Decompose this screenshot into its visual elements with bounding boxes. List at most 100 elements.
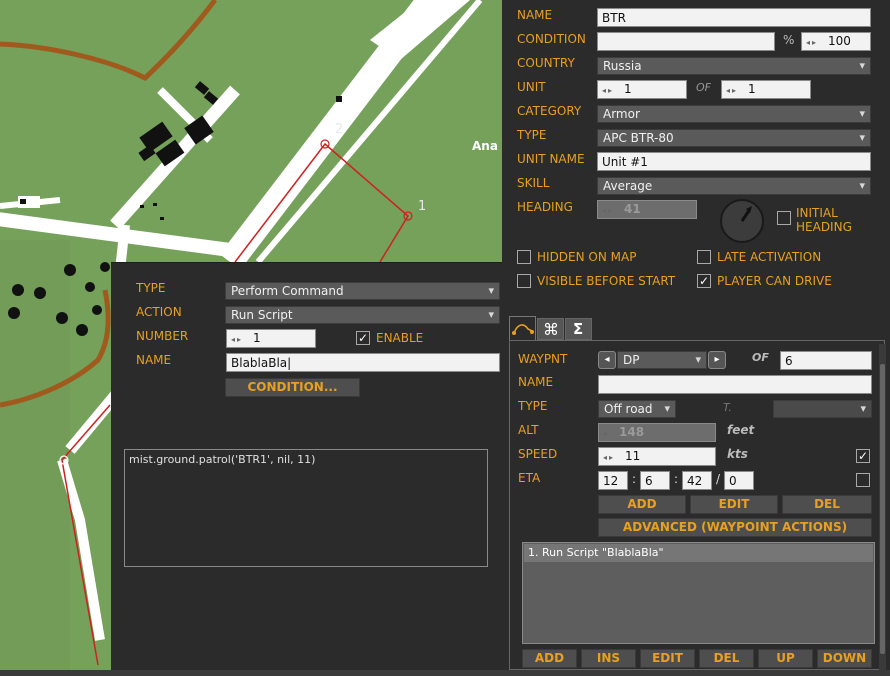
- action-up-button[interactable]: UP: [758, 649, 813, 668]
- unit-name-label: UNIT NAME: [517, 152, 585, 166]
- waypoint-next-button[interactable]: ▸: [708, 351, 726, 369]
- eta-lock-checkbox[interactable]: [856, 473, 870, 487]
- condition-button[interactable]: CONDITION...: [225, 378, 360, 397]
- map-grid-label: 1: [418, 199, 426, 214]
- eta-slash: /: [716, 472, 721, 486]
- visible-before-start-checkbox[interactable]: [517, 274, 531, 288]
- hidden-on-map-label: HIDDEN ON MAP: [537, 250, 637, 264]
- of-label: OF: [752, 351, 769, 364]
- unit-number-spinner[interactable]: ◂▸ 1: [597, 80, 687, 99]
- spin-arrows-icon: ◂▸: [726, 86, 739, 95]
- country-select[interactable]: Russia: [597, 57, 871, 75]
- advanced-waypoint-actions-button[interactable]: ADVANCED (WAYPOINT ACTIONS): [598, 518, 872, 537]
- list-item[interactable]: 1. Run Script "BlablaBla": [524, 544, 873, 562]
- category-label: CATEGORY: [517, 104, 582, 118]
- formation-select: [773, 400, 872, 418]
- waypoint-edit-button[interactable]: EDIT: [690, 495, 778, 514]
- country-label: COUNTRY: [517, 56, 575, 70]
- waypnt-label: WAYPNT: [518, 352, 568, 366]
- speed-unit: kts: [727, 447, 748, 461]
- actions-list[interactable]: 1. Run Script "BlablaBla": [522, 542, 875, 644]
- action-type-select[interactable]: Perform Command: [225, 282, 500, 300]
- speed-spinner[interactable]: ◂▸ 11: [598, 447, 716, 466]
- skill-label: SKILL: [517, 176, 550, 190]
- player-can-drive-checkbox[interactable]: ✓: [697, 274, 711, 288]
- condition-spinner[interactable]: ◂▸ 100: [801, 32, 871, 51]
- sigma-icon: Σ: [573, 320, 584, 338]
- route-icon: [512, 324, 534, 335]
- status-bar: [0, 670, 890, 676]
- category-select[interactable]: Armor: [597, 105, 871, 123]
- skill-select[interactable]: Average: [597, 177, 871, 195]
- eta-colon: :: [632, 472, 637, 486]
- of-label: OF: [696, 81, 711, 94]
- unit-group-name-field[interactable]: BTR: [597, 8, 871, 27]
- waypoint-prev-button[interactable]: ◂: [598, 351, 616, 369]
- arrow-left-icon: ◂: [604, 354, 610, 365]
- tab-sigma[interactable]: Σ: [565, 318, 592, 340]
- speed-label: SPEED: [518, 447, 558, 461]
- eta-seconds-field[interactable]: 42: [682, 471, 712, 490]
- t-label: T.: [723, 401, 732, 414]
- eta-day-field[interactable]: 0: [724, 471, 754, 490]
- type-select[interactable]: APC BTR-80: [597, 129, 871, 147]
- initial-heading-checkbox[interactable]: [777, 211, 791, 225]
- command-icon: ⌘: [543, 320, 559, 339]
- heading-dial-icon[interactable]: [719, 198, 765, 244]
- spin-arrows-icon: ◂▸: [231, 335, 244, 344]
- enable-label: ENABLE: [376, 331, 424, 345]
- eta-minutes-field[interactable]: 6: [640, 471, 670, 490]
- spin-arrows-icon: ◂▸: [602, 206, 615, 215]
- eta-hours-field[interactable]: 12: [598, 471, 628, 490]
- spin-arrows-icon: ◂: [603, 429, 610, 438]
- action-add-button[interactable]: ADD: [522, 649, 577, 668]
- condition-field[interactable]: [597, 32, 775, 51]
- waypoint-count-field: 6: [780, 351, 872, 370]
- initial-heading-label: INITIAL HEADING: [796, 206, 852, 234]
- number-label: NUMBER: [136, 329, 189, 343]
- action-insert-button[interactable]: INS: [581, 649, 636, 668]
- type-label: TYPE: [517, 128, 547, 142]
- action-delete-button[interactable]: DEL: [699, 649, 754, 668]
- action-edit-button[interactable]: EDIT: [640, 649, 695, 668]
- enable-checkbox[interactable]: ✓: [356, 331, 370, 345]
- player-can-drive-label: PLAYER CAN DRIVE: [717, 274, 832, 288]
- scrollbar[interactable]: [879, 344, 886, 670]
- eta-colon: :: [674, 472, 679, 486]
- unit-label: UNIT: [517, 80, 546, 94]
- spin-arrows-icon: ◂▸: [603, 453, 616, 462]
- action-name-field[interactable]: BlablaBla|: [226, 353, 500, 372]
- heading-label: HEADING: [517, 200, 573, 214]
- visible-before-start-label: VISIBLE BEFORE START: [537, 274, 676, 288]
- action-down-button[interactable]: DOWN: [817, 649, 872, 668]
- waypoint-del-button[interactable]: DEL: [782, 495, 872, 514]
- tab-route[interactable]: [509, 316, 536, 340]
- waypoint-name-field[interactable]: [598, 375, 872, 394]
- hidden-on-map-checkbox[interactable]: [517, 250, 531, 264]
- arrow-right-icon: ▸: [714, 354, 720, 365]
- number-spinner[interactable]: ◂▸ 1: [226, 329, 316, 348]
- speed-lock-checkbox[interactable]: ✓: [856, 449, 870, 463]
- heading-spinner: ◂▸ 41: [597, 200, 697, 219]
- name-label: NAME: [517, 8, 553, 22]
- waypoint-type-label: TYPE: [518, 399, 548, 413]
- waypoint-select[interactable]: DP: [617, 351, 707, 369]
- unit-name-field[interactable]: Unit #1: [597, 152, 871, 171]
- waypoint-name-label: NAME: [518, 375, 554, 389]
- percent-sign: %: [783, 33, 795, 47]
- spin-arrows-icon: ◂▸: [602, 86, 615, 95]
- spin-arrows-icon: ◂▸: [806, 38, 819, 47]
- map-grid-label: 2: [335, 122, 343, 137]
- unit-count-spinner[interactable]: ◂▸ 1: [721, 80, 811, 99]
- waypoint-add-button[interactable]: ADD: [598, 495, 686, 514]
- late-activation-checkbox[interactable]: [697, 250, 711, 264]
- script-textarea[interactable]: mist.ground.patrol('BTR1', nil, 11): [124, 449, 488, 567]
- condition-label: CONDITION: [517, 32, 586, 46]
- action-select[interactable]: Run Script: [225, 306, 500, 324]
- action-type-label: TYPE: [136, 281, 166, 295]
- waypoint-type-select[interactable]: Off road: [598, 400, 676, 418]
- tab-command[interactable]: ⌘: [537, 318, 564, 340]
- action-name-label: NAME: [136, 353, 172, 367]
- late-activation-label: LATE ACTIVATION: [717, 250, 822, 264]
- eta-label: ETA: [518, 471, 541, 485]
